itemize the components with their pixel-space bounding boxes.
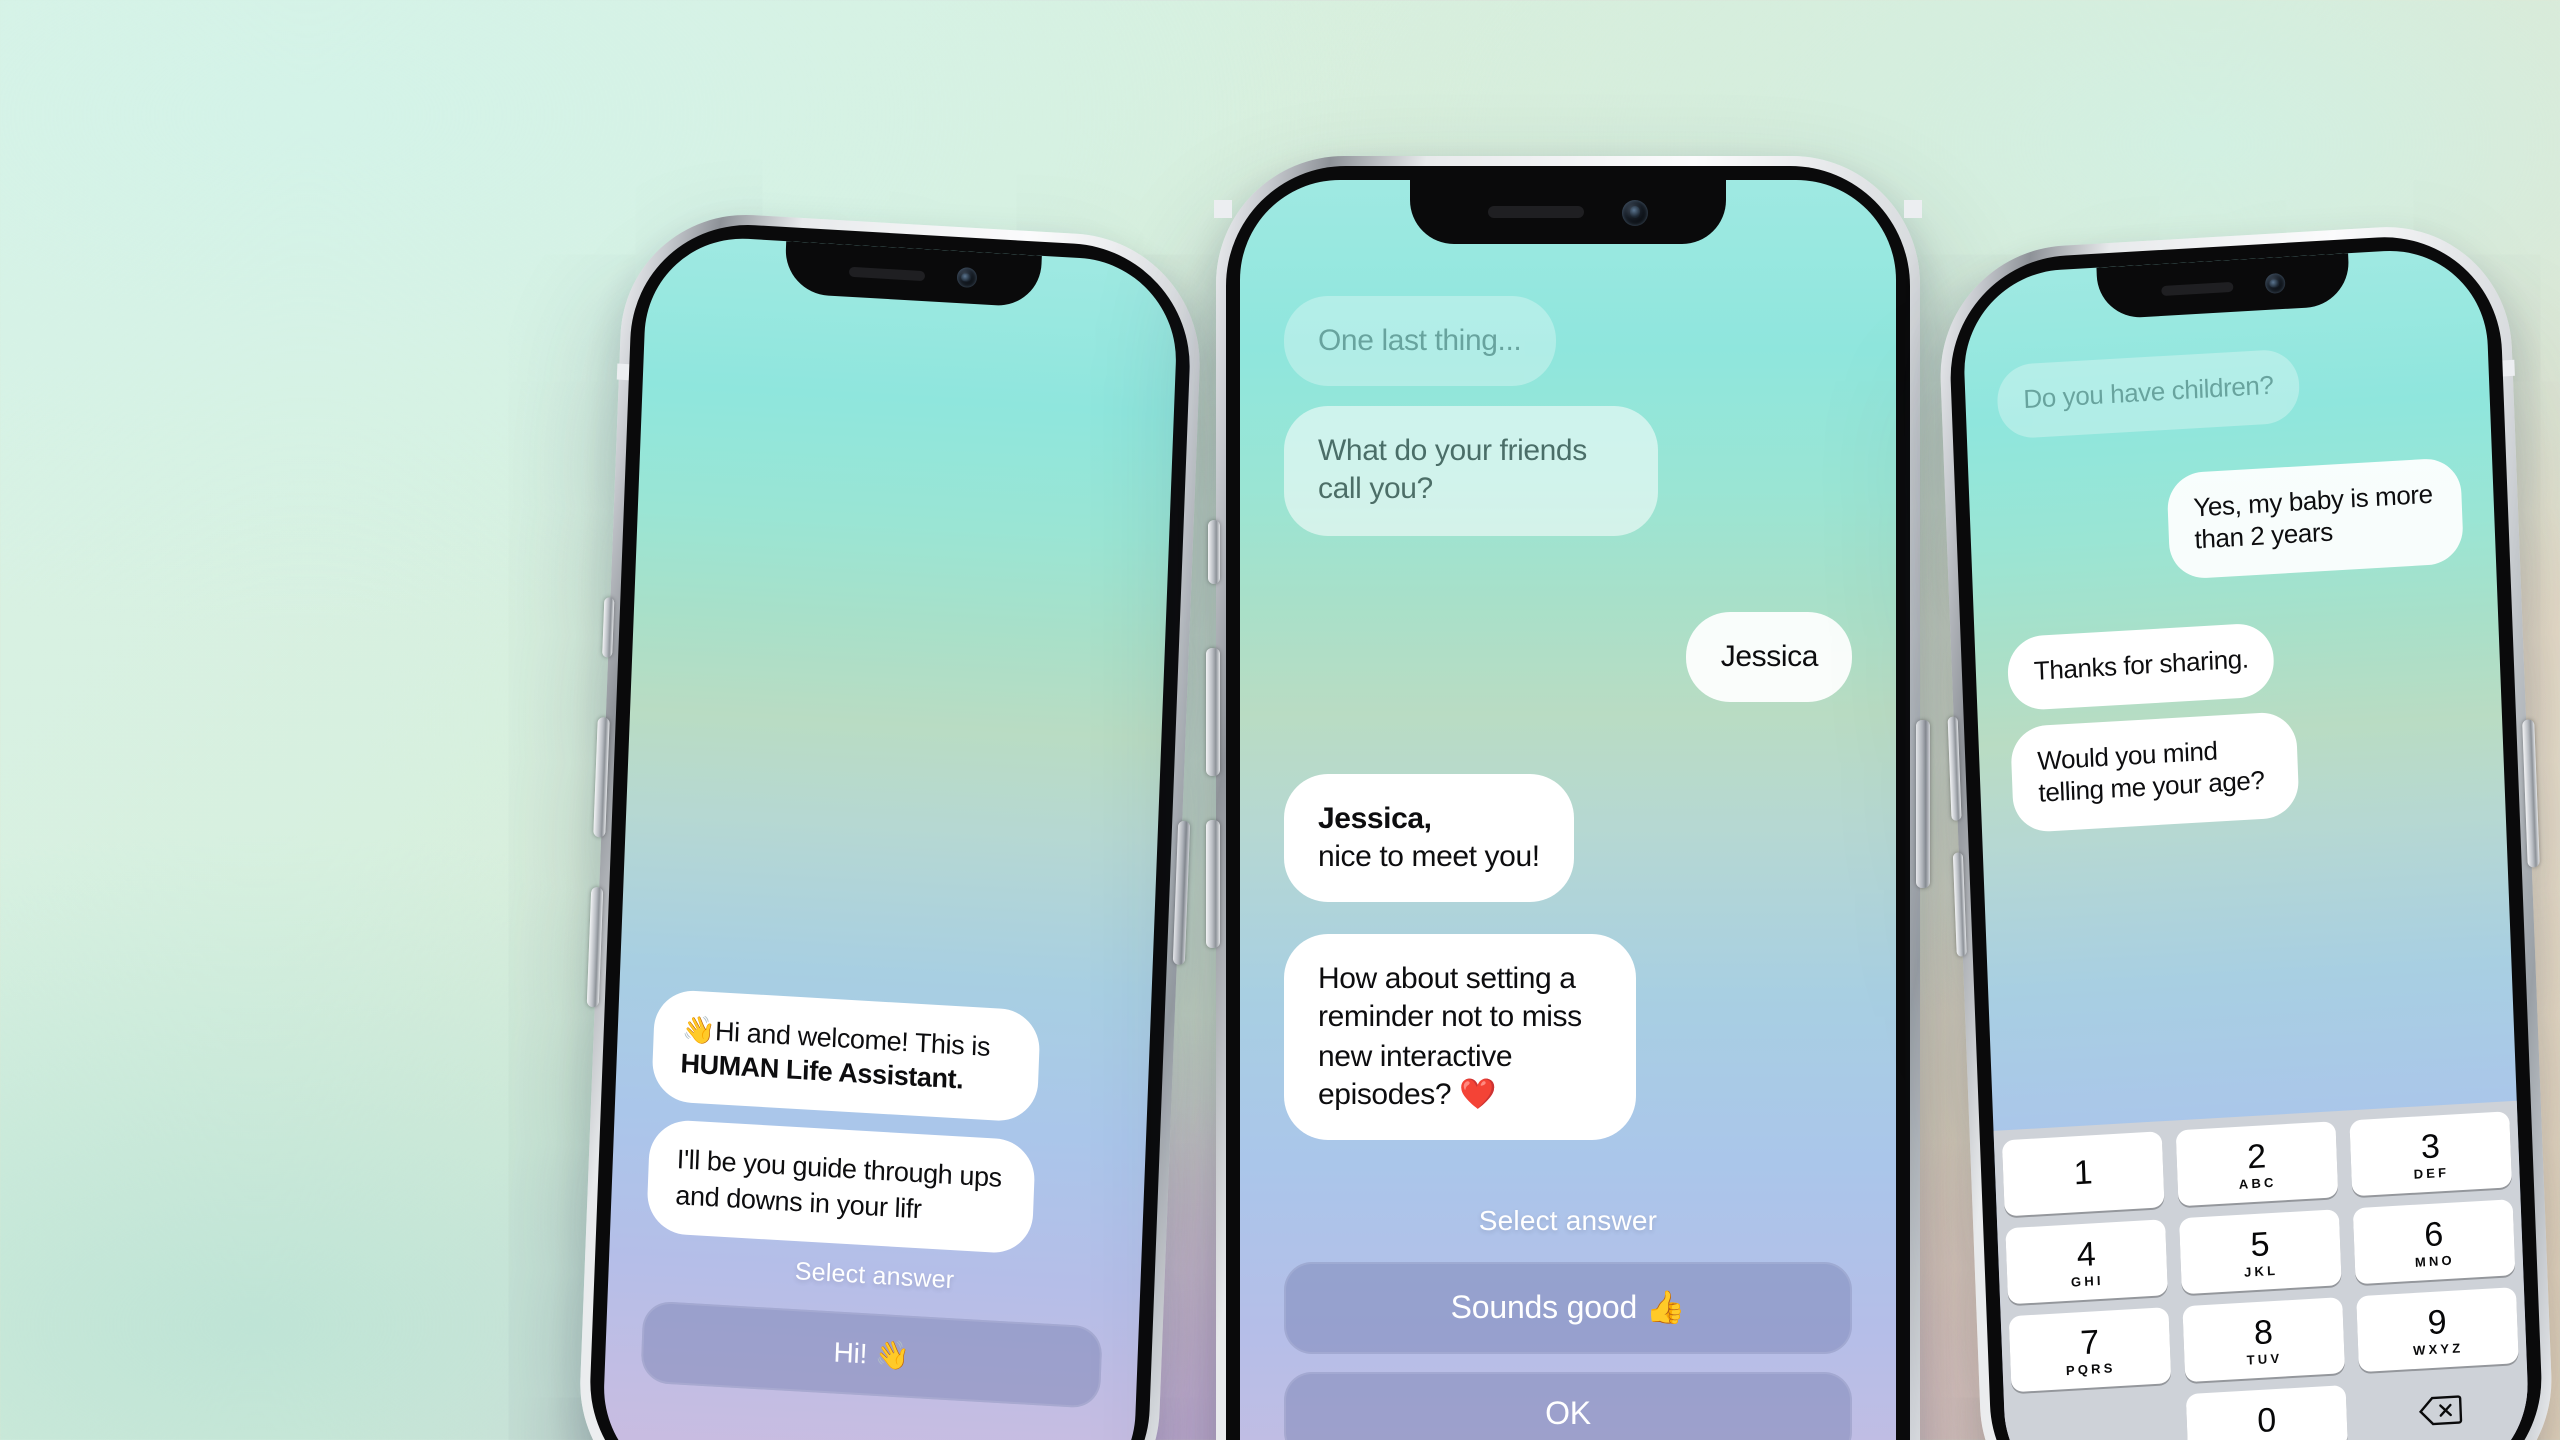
mute-switch[interactable] (1208, 520, 1220, 584)
keypad-key-letters: JKL (2243, 1263, 2279, 1280)
keypad-key-number: 7 (2079, 1322, 2100, 1362)
message-text: Thanks for sharing. (2033, 643, 2250, 686)
phone-center: One last thing... What do your friends c… (1206, 156, 1930, 1440)
message-list: 👋Hi and welcome! This is HUMAN Life Assi… (645, 235, 1143, 1275)
earpiece-speaker-icon (849, 265, 926, 281)
message-bubble-bot: Jessica, nice to meet you! (1284, 773, 1574, 903)
answer-section: Select answer Hi! 👋 (636, 1248, 1104, 1440)
message-bubble-bot: How about setting a reminder not to miss… (1284, 934, 1637, 1140)
message-bubble-bot: Do you have children? (1996, 348, 2301, 439)
message-text-bold: Jessica, (1318, 801, 1432, 836)
phone-screen: 👋Hi and welcome! This is HUMAN Life Assi… (600, 233, 1180, 1440)
volume-up-button[interactable] (1206, 648, 1220, 776)
message-bubble-bot: 👋Hi and welcome! This is HUMAN Life Assi… (651, 988, 1042, 1124)
keypad-key-letters: MNO (2414, 1253, 2456, 1270)
power-button[interactable] (1916, 720, 1930, 888)
keypad-key-letters: TUV (2246, 1351, 2283, 1368)
antenna-line (1904, 200, 1922, 218)
keypad-key-letters: DEF (2413, 1165, 2450, 1182)
keypad-key-6[interactable]: 6 MNO (2352, 1199, 2516, 1285)
keypad-key-letters: PQRS (2065, 1361, 2116, 1379)
keypad-key-4[interactable]: 4 GHI (2005, 1219, 2168, 1305)
keypad-key-0[interactable]: 0 (2185, 1385, 2348, 1440)
message-bubble-bot: One last thing... (1284, 296, 1556, 387)
message-bubble-bot: Thanks for sharing. (2006, 621, 2276, 711)
message-list: One last thing... What do your friends c… (1284, 180, 1852, 1204)
chat-view: One last thing... What do your friends c… (1240, 180, 1896, 1440)
keypad-key-number: 9 (2426, 1302, 2448, 1342)
keypad-key-number: 8 (2253, 1312, 2274, 1352)
message-text: What do your friends call you? (1318, 434, 1587, 507)
chat-view: 👋Hi and welcome! This is HUMAN Life Assi… (600, 233, 1179, 1440)
keypad-key-letters: GHI (2070, 1273, 2104, 1290)
antenna-line (1214, 200, 1232, 218)
answer-button[interactable]: Hi! 👋 (640, 1300, 1103, 1409)
earpiece-speaker-icon (1488, 206, 1585, 218)
message-bubble-user: Yes, my baby is more than 2 years (2166, 456, 2465, 580)
message-bubble-bot: What do your friends call you? (1284, 406, 1659, 536)
keypad-spacer (2012, 1395, 2174, 1440)
keypad-key-letters: ABC (2238, 1175, 2277, 1192)
message-text: Yes, my baby is more than 2 years (2192, 477, 2434, 555)
notch (1410, 180, 1726, 244)
keypad-key-3[interactable]: 3 DEF (2349, 1111, 2513, 1197)
answer-button[interactable]: Sounds good 👍 (1284, 1262, 1852, 1354)
message-bubble-bot: Would you mind telling me your age? (2010, 709, 2299, 833)
keypad-key-1[interactable]: 1 (2001, 1131, 2165, 1217)
select-answer-label: Select answer (1478, 1204, 1658, 1236)
message-text: One last thing... (1318, 324, 1522, 358)
front-camera-icon (1621, 199, 1648, 225)
keypad-key-number: 3 (2420, 1126, 2441, 1166)
message-bubble-bot: I'll be you guide through ups and downs … (646, 1119, 1037, 1255)
numeric-keypad: 1 2 ABC 3 DEF 4 GHI 5 JKL 6 MNO 7 PQRS 8 TUV 9W… (1993, 1100, 2532, 1440)
answer-section: Select answer Sounds good 👍 OK (1284, 1204, 1852, 1440)
message-text: I'll be you guide through ups and downs … (674, 1145, 1003, 1224)
keypad-key-number: 4 (2076, 1234, 2097, 1274)
keypad-key-9[interactable]: 9 WXYZ (2356, 1287, 2519, 1373)
phone-right: Do you have children? Yes, my baby is mo… (1935, 220, 2557, 1440)
keypad-key-letters: WXYZ (2412, 1341, 2464, 1359)
keypad-key-number: 2 (2246, 1136, 2267, 1176)
volume-down-button[interactable] (1206, 820, 1220, 948)
answer-button[interactable]: OK (1284, 1372, 1852, 1440)
keypad-key-number: 0 (2256, 1400, 2277, 1440)
earpiece-speaker-icon (2162, 280, 2235, 295)
keypad-key-7[interactable]: 7 PQRS (2008, 1307, 2172, 1393)
message-text: Would you mind telling me your age? (2036, 734, 2265, 809)
keypad-key-8[interactable]: 8 TUV (2182, 1297, 2346, 1383)
phone-left: 👋Hi and welcome! This is HUMAN Life Assi… (575, 207, 1205, 1440)
front-camera-icon (955, 266, 977, 289)
message-text: Do you have children? (2022, 369, 2275, 415)
phone-screen: One last thing... What do your friends c… (1240, 180, 1896, 1440)
message-text: nice to meet you! (1318, 839, 1540, 874)
message-text: How about setting a reminder not to miss… (1318, 962, 1582, 1112)
front-camera-icon (2263, 272, 2285, 295)
phone-screen: Do you have children? Yes, my baby is mo… (1960, 245, 2532, 1440)
keypad-key-number: 5 (2249, 1224, 2271, 1264)
keypad-key-number: 1 (2073, 1153, 2094, 1193)
message-text: Jessica (1720, 639, 1819, 674)
backspace-icon[interactable] (2360, 1375, 2522, 1440)
keypad-key-number: 6 (2423, 1214, 2444, 1254)
keypad-key-5[interactable]: 5 JKL (2179, 1209, 2342, 1295)
keypad-key-2[interactable]: 2 ABC (2175, 1121, 2339, 1207)
message-bubble-user: Jessica (1686, 611, 1852, 702)
